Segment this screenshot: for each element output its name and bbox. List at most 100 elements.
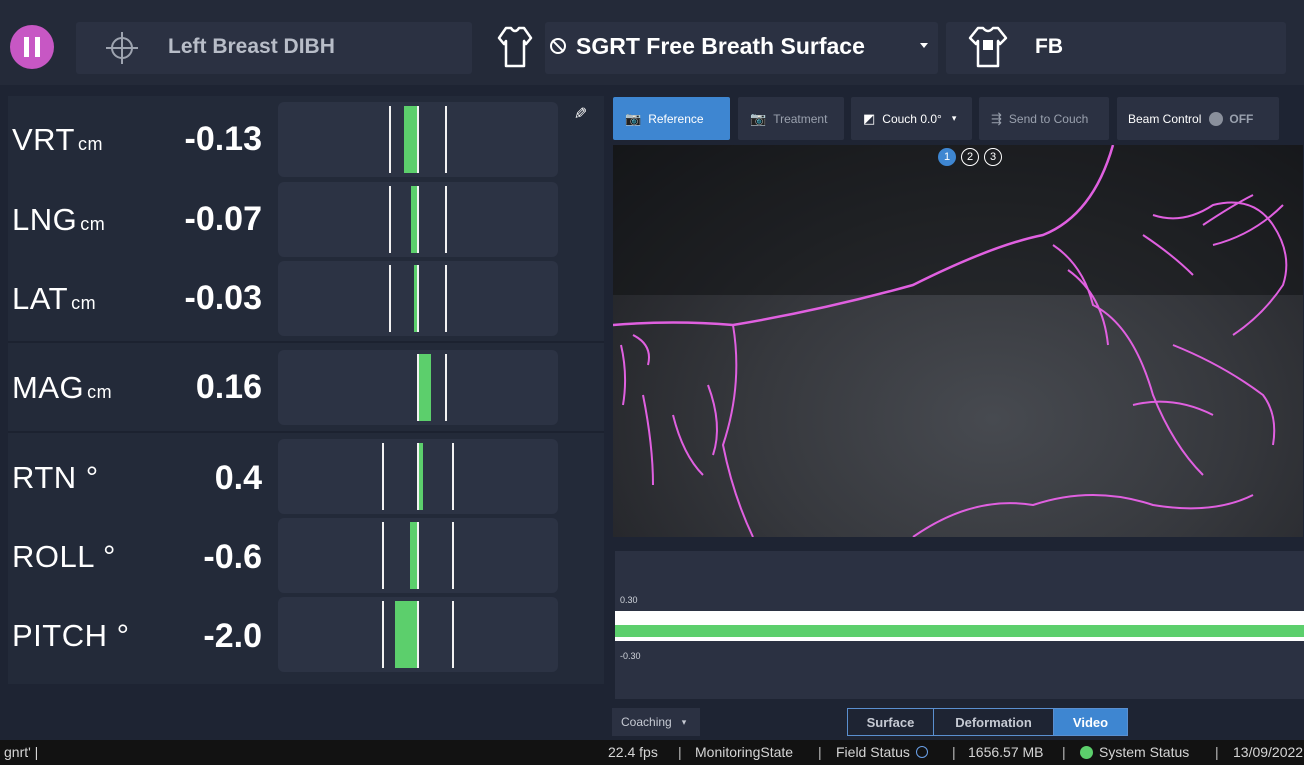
treatment-button[interactable]: 📷 Treatment <box>738 97 844 140</box>
center-line <box>417 186 419 253</box>
tolerance-line <box>389 265 391 332</box>
treatment-label: Treatment <box>773 111 828 126</box>
camera-icon: 📷 <box>750 110 767 126</box>
couch-dropdown[interactable]: ◩ Couch 0.0° ▾ <box>851 97 972 140</box>
tab-video[interactable]: Video <box>1053 708 1128 736</box>
memory-usage: 1656.57 MB <box>968 744 1044 760</box>
send-to-couch-label: Send to Couch <box>1008 111 1089 126</box>
date: 13/09/2022 <box>1233 744 1304 760</box>
camera-icon: 📷 <box>625 110 642 126</box>
couch-label: Couch 0.0° <box>882 111 942 126</box>
metric-label-roll: ROLL ° <box>12 539 116 574</box>
metric-label-lng: LNG cm <box>12 202 106 237</box>
status-separator: | <box>818 744 822 760</box>
center-line <box>417 265 419 332</box>
fps-readout: 22.4 fps <box>608 744 658 760</box>
tolerance-line <box>445 354 447 421</box>
metric-value-lng: -0.07 <box>184 200 263 238</box>
tolerance-line <box>452 601 454 668</box>
lower-threshold-label: -0.30 <box>620 651 641 661</box>
status-left: gnrt' | <box>4 744 39 760</box>
metric-value-mag: 0.16 <box>195 368 262 406</box>
tab-surface[interactable]: Surface <box>847 708 934 736</box>
metric-value-rtn: 0.4 <box>214 459 262 497</box>
metric-label-mag: MAG cm <box>12 370 113 405</box>
surface-contour-overlay <box>613 145 1303 537</box>
check-icon <box>1080 746 1093 759</box>
pause-icon-bar <box>24 37 29 57</box>
crosshair-icon <box>106 32 138 64</box>
edit-icon[interactable]: ✎ <box>570 106 590 119</box>
camera-pagination: 1 2 3 <box>938 148 1007 166</box>
pause-button[interactable] <box>10 25 54 69</box>
tolerance-line <box>445 265 447 332</box>
center-line <box>417 106 419 173</box>
monitoring-state: MonitoringState <box>695 744 794 760</box>
metric-bar-mag <box>278 350 558 425</box>
reference-label: Reference <box>648 111 704 126</box>
reference-button[interactable]: 📷 Reference <box>613 97 730 140</box>
divider <box>8 431 604 433</box>
tolerance-line <box>452 522 454 589</box>
coaching-dropdown[interactable]: Coaching ▾ <box>612 708 700 736</box>
field-status-icon <box>915 746 928 758</box>
metric-value-lat: -0.03 <box>184 279 263 317</box>
tolerance-line <box>445 106 447 173</box>
surface-name: SGRT Free Breath Surface <box>576 33 865 59</box>
field-status: Field Status <box>836 744 928 760</box>
chevron-down-icon: ▾ <box>951 113 957 123</box>
camera-page-3[interactable]: 3 <box>984 148 1002 166</box>
offset-bar <box>410 522 417 589</box>
tolerance-line <box>445 186 447 253</box>
tolerance-line <box>382 443 384 510</box>
send-icon: ⇶ <box>991 110 1002 126</box>
pause-icon-bar <box>35 37 40 57</box>
offset-bar <box>404 106 417 173</box>
metric-label-rtn: RTN ° <box>12 460 99 495</box>
couch-rotation-icon: ◩ <box>863 110 876 126</box>
body-target-icon <box>968 26 1008 68</box>
tolerance-line <box>389 106 391 173</box>
plan-name: Left Breast DIBH <box>168 35 335 58</box>
offset-bar <box>419 354 431 421</box>
beam-state: OFF <box>1229 111 1254 126</box>
camera-page-2[interactable]: 2 <box>961 148 979 166</box>
metric-label-lat: LAT cm <box>12 281 97 316</box>
status-separator: | <box>952 744 956 760</box>
metric-value-pitch: -2.0 <box>203 617 262 655</box>
breathing-trace <box>615 625 1304 637</box>
chevron-down-icon: ▾ <box>681 716 687 727</box>
tolerance-line <box>389 186 391 253</box>
upper-threshold-label: 0.30 <box>620 595 638 605</box>
offset-bar <box>395 601 417 668</box>
toggle-knob[interactable] <box>1209 111 1224 126</box>
reference-name: FB <box>1035 35 1063 58</box>
divider <box>8 341 604 343</box>
metric-bar-lng <box>278 182 558 257</box>
breathing-trace-graph: 0.30 -0.30 <box>615 551 1304 699</box>
offset-bar <box>419 443 423 510</box>
field-status-label: Field Status <box>836 744 910 760</box>
not-allowed-icon <box>550 38 566 54</box>
metric-bar-lat <box>278 261 558 336</box>
status-separator: | <box>1062 744 1066 760</box>
chevron-down-icon[interactable] <box>920 43 928 48</box>
body-outline-icon <box>497 26 533 68</box>
camera-page-1[interactable]: 1 <box>938 148 956 166</box>
center-line <box>417 522 419 589</box>
metric-bar-pitch <box>278 597 558 672</box>
tolerance-line <box>452 443 454 510</box>
beam-control-label: Beam Control <box>1128 111 1202 126</box>
beam-control-toggle[interactable]: Beam Control OFF <box>1117 97 1279 140</box>
coaching-label: Coaching <box>621 715 672 729</box>
system-status-label: System Status <box>1099 744 1190 760</box>
metric-bar-rtn <box>278 439 558 514</box>
status-separator: | <box>678 744 682 760</box>
tab-deformation[interactable]: Deformation <box>933 708 1054 736</box>
send-to-couch-button[interactable]: ⇶ Send to Couch <box>979 97 1109 140</box>
metric-bar-vrt <box>278 102 558 177</box>
tolerance-line <box>382 601 384 668</box>
camera-video-view[interactable] <box>613 145 1303 537</box>
status-separator: | <box>1215 744 1219 760</box>
metric-value-roll: -0.6 <box>203 538 262 576</box>
